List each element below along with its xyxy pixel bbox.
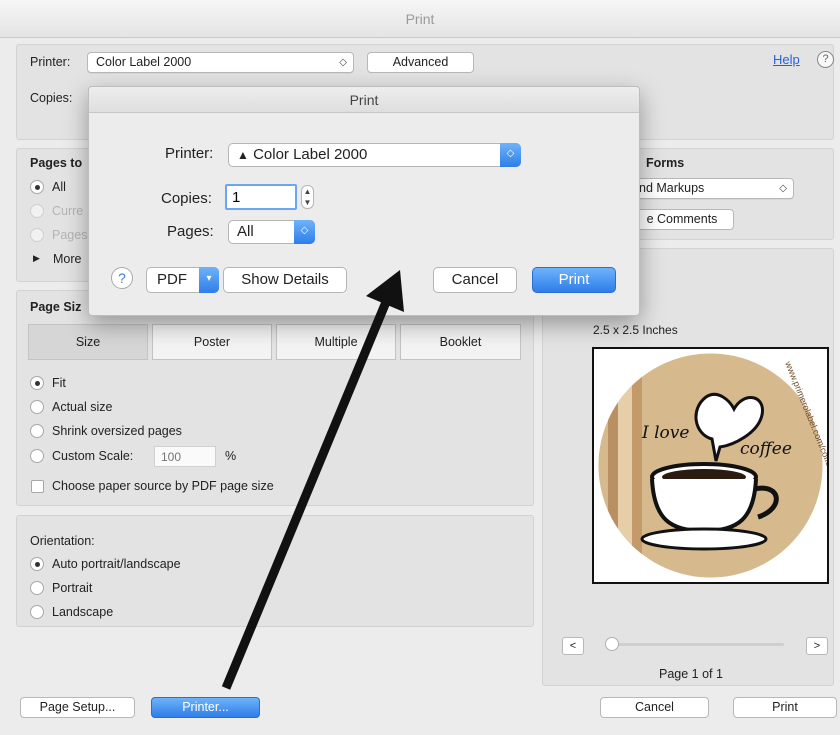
portrait-label: Portrait [52, 581, 93, 595]
pdf-label: PDF [157, 271, 187, 288]
label-i-love-text: I love [642, 423, 690, 443]
custom-scale-label: Custom Scale: [52, 449, 134, 463]
chevron-updown-icon: ◇ [500, 143, 521, 167]
preview-size-label: 2.5 x 2.5 Inches [593, 323, 678, 337]
page-slider-knob[interactable] [605, 637, 619, 651]
sheet-printer-value: Color Label 2000 [253, 146, 368, 163]
chevron-updown-icon: ◇ [339, 57, 347, 68]
label-coffee-text: coffee [740, 439, 792, 459]
next-page-button[interactable]: > [806, 637, 828, 655]
orientation-title: Orientation: [30, 534, 95, 548]
show-details-button[interactable]: Show Details [223, 267, 347, 293]
actual-size-radio[interactable] [30, 400, 44, 414]
help-link[interactable]: Help [773, 52, 800, 67]
pages-range-radio[interactable] [30, 228, 44, 242]
landscape-label: Landscape [52, 605, 114, 619]
auto-orientation-radio[interactable] [30, 557, 44, 571]
scale-percent-label: % [225, 449, 237, 463]
shrink-oversized-radio[interactable] [30, 424, 44, 438]
sheet-title: Print [89, 87, 639, 113]
page-slider-track[interactable] [612, 643, 784, 646]
fit-label: Fit [52, 376, 66, 390]
sheet-printer-label: Printer: [165, 145, 214, 162]
copies-label: Copies: [30, 91, 73, 105]
window-title: Print [0, 0, 840, 38]
custom-scale-radio[interactable] [30, 449, 44, 463]
landscape-radio[interactable] [30, 605, 44, 619]
cancel-button[interactable]: Cancel [600, 697, 709, 718]
label-preview: www.primerolabel.com/coffee-labels.html … [592, 347, 829, 584]
pages-all-label: All [52, 180, 66, 194]
sheet-pages-value: All [237, 223, 254, 240]
page-indicator: Page 1 of 1 [659, 667, 723, 681]
prev-page-button[interactable]: < [562, 637, 584, 655]
tab-poster[interactable]: Poster [152, 324, 272, 360]
page-sizing-title: Page Siz [30, 300, 82, 314]
sheet-cancel-button[interactable]: Cancel [433, 267, 517, 293]
sheet-printer-select[interactable]: ▲ Color Label 2000 ◇ [228, 143, 521, 167]
comments-forms-select[interactable]: nd Markups ◇ [630, 178, 794, 199]
pages-current-radio[interactable] [30, 204, 44, 218]
pages-range-label: Pages [52, 228, 88, 242]
custom-scale-input[interactable] [154, 446, 216, 467]
page-sizing-panel [16, 290, 534, 506]
coffee-label-image: www.primerolabel.com/coffee-labels.html [598, 353, 827, 578]
printer-select-value: Color Label 2000 [96, 55, 192, 69]
more-options-label[interactable]: More [53, 252, 81, 266]
sheet-print-button[interactable]: Print [532, 267, 616, 293]
sheet-pages-label: Pages: [167, 223, 214, 240]
tab-multiple[interactable]: Multiple [276, 324, 396, 360]
comments-forms-select-value: nd Markups [639, 181, 705, 195]
print-sheet-dialog: Print Printer: ▲ Color Label 2000 ◇ Copi… [88, 86, 640, 316]
auto-orientation-label: Auto portrait/landscape [52, 557, 181, 571]
pdf-menu-button[interactable]: PDF ▾ [146, 267, 219, 293]
print-button[interactable]: Print [733, 697, 837, 718]
pages-all-radio[interactable] [30, 180, 44, 194]
sheet-copies-label: Copies: [161, 190, 212, 207]
sheet-help-icon[interactable]: ? [111, 267, 133, 289]
paper-source-label: Choose paper source by PDF page size [52, 479, 274, 493]
summarize-comments-button[interactable]: e Comments [630, 209, 734, 230]
actual-size-label: Actual size [52, 400, 113, 414]
portrait-radio[interactable] [30, 581, 44, 595]
help-icon[interactable]: ? [817, 51, 834, 68]
chevron-updown-icon: ◇ [779, 183, 787, 194]
sheet-pages-select[interactable]: All ◇ [228, 220, 315, 244]
printer-select[interactable]: Color Label 2000 ◇ [87, 52, 354, 73]
tab-booklet[interactable]: Booklet [400, 324, 521, 360]
comments-forms-title: Forms [646, 156, 685, 170]
shrink-oversized-label: Shrink oversized pages [52, 424, 182, 438]
copies-stepper[interactable]: ▲ ▼ [301, 185, 314, 209]
warning-icon: ▲ [237, 148, 249, 162]
copies-input[interactable] [225, 184, 297, 210]
tab-size[interactable]: Size [28, 324, 148, 360]
fit-radio[interactable] [30, 376, 44, 390]
paper-source-checkbox[interactable] [31, 480, 44, 493]
pages-to-print-title: Pages to [30, 156, 83, 170]
printer-button[interactable]: Printer... [151, 697, 260, 718]
printer-label: Printer: [30, 55, 71, 69]
advanced-button[interactable]: Advanced [367, 52, 474, 73]
disclosure-triangle-icon[interactable]: ▶ [33, 253, 40, 264]
chevron-updown-icon: ◇ [294, 220, 315, 244]
page-setup-button[interactable]: Page Setup... [20, 697, 135, 718]
pages-current-label: Curre [52, 204, 84, 218]
chevron-down-icon: ▾ [199, 267, 219, 293]
